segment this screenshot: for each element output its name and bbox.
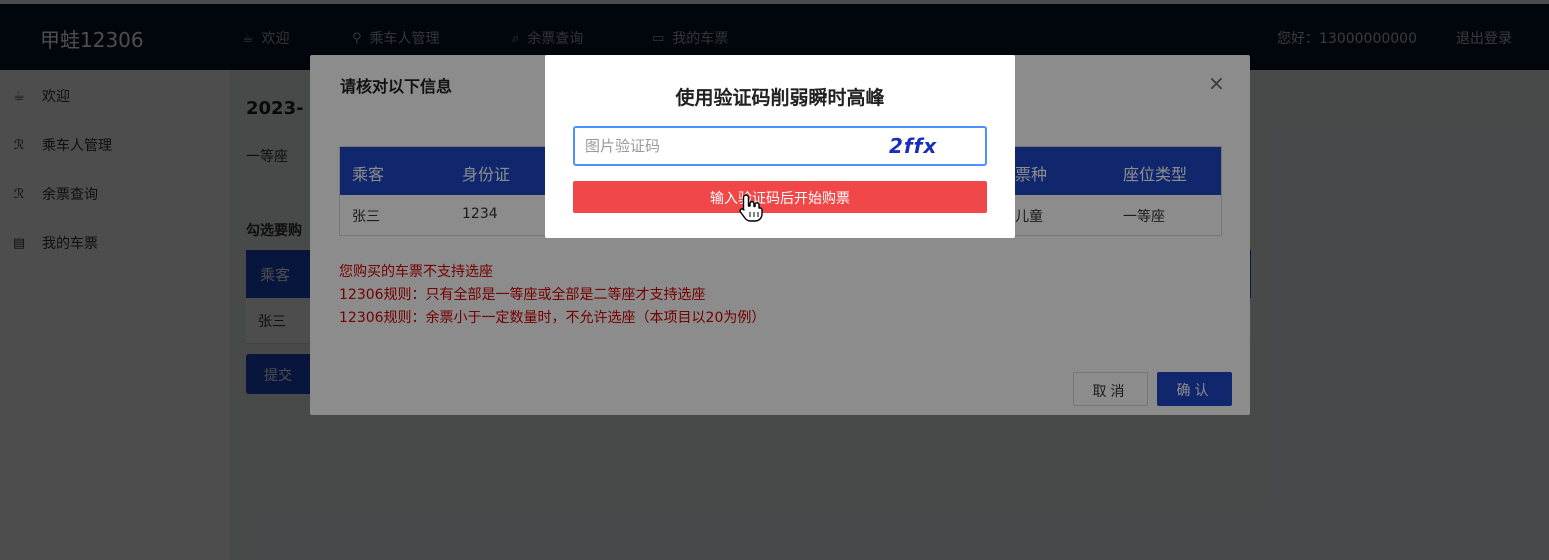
start-purchase-label: 输入验证码后开始购票 (710, 191, 850, 207)
hand-pointer-icon (739, 194, 763, 222)
captcha-text: 2ffx (889, 134, 938, 158)
captcha-image[interactable]: 2ffx (887, 132, 957, 160)
captcha-input-wrapper: 2ffx (573, 126, 987, 166)
captcha-modal: 使用验证码削弱瞬时高峰 2ffx 输入验证码后开始购票 (545, 55, 1015, 238)
captcha-input[interactable] (585, 136, 865, 156)
captcha-modal-title: 使用验证码削弱瞬时高峰 (675, 87, 885, 109)
start-purchase-button[interactable]: 输入验证码后开始购票 (573, 181, 987, 213)
